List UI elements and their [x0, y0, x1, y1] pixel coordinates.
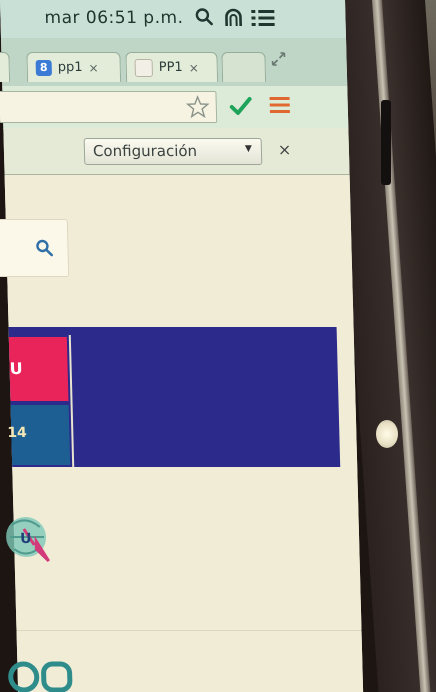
document-icon — [134, 58, 154, 77]
google-plus-icon: 8 — [35, 59, 52, 76]
tile-text: U — [9, 359, 23, 378]
status-time: mar 06:51 p.m. — [44, 8, 184, 28]
photo-scene: mar 06:51 p.m. 8 pp1 × PP1 × Configuraci… — [0, 0, 436, 692]
tab-strip: 8 pp1 × PP1 × — [0, 38, 348, 86]
menu-icon[interactable] — [250, 7, 277, 33]
chevron-down-icon: ▼ — [244, 144, 253, 154]
check-icon[interactable] — [228, 94, 253, 122]
tablet-side-button — [381, 100, 391, 185]
tablet-light-sensor — [376, 420, 398, 448]
options-dropdown[interactable]: Configuración ▼ — [83, 138, 263, 165]
promo-tile[interactable]: U — [8, 337, 69, 401]
menu-icon[interactable] — [268, 95, 291, 119]
search-icon[interactable] — [194, 7, 215, 31]
close-icon[interactable]: × — [278, 140, 292, 159]
svg-text:U: U — [20, 531, 32, 547]
tab-label: pp1 — [57, 60, 83, 75]
tablet-screen: mar 06:51 p.m. 8 pp1 × PP1 × Configuraci… — [0, 0, 364, 692]
web-page: U 14 U — [0, 175, 364, 692]
tab-partial[interactable] — [0, 52, 11, 82]
tab-label: PP1 — [158, 60, 183, 75]
social-icon[interactable] — [7, 660, 78, 692]
search-icon[interactable] — [35, 239, 54, 261]
status-bar: mar 06:51 p.m. — [0, 0, 347, 39]
star-icon[interactable] — [185, 95, 210, 123]
tab-pp1[interactable]: 8 pp1 × — [26, 52, 122, 82]
translate-bar: Configuración ▼ × — [3, 128, 350, 175]
dropdown-value: Configuración — [92, 142, 198, 160]
search-box[interactable] — [0, 219, 70, 277]
tile-text: 14 — [7, 425, 28, 441]
restore-window-icon[interactable] — [269, 50, 288, 72]
notification-icon[interactable] — [222, 7, 245, 33]
new-tab-button[interactable] — [221, 52, 267, 82]
divider — [16, 630, 362, 631]
tab-pp1-doc[interactable]: PP1 × — [125, 52, 219, 82]
close-icon[interactable]: × — [189, 61, 199, 75]
promo-tile[interactable]: 14 — [7, 405, 71, 465]
toolbar — [0, 86, 349, 129]
logo-icon: U — [5, 505, 53, 573]
close-icon[interactable]: × — [88, 61, 98, 75]
